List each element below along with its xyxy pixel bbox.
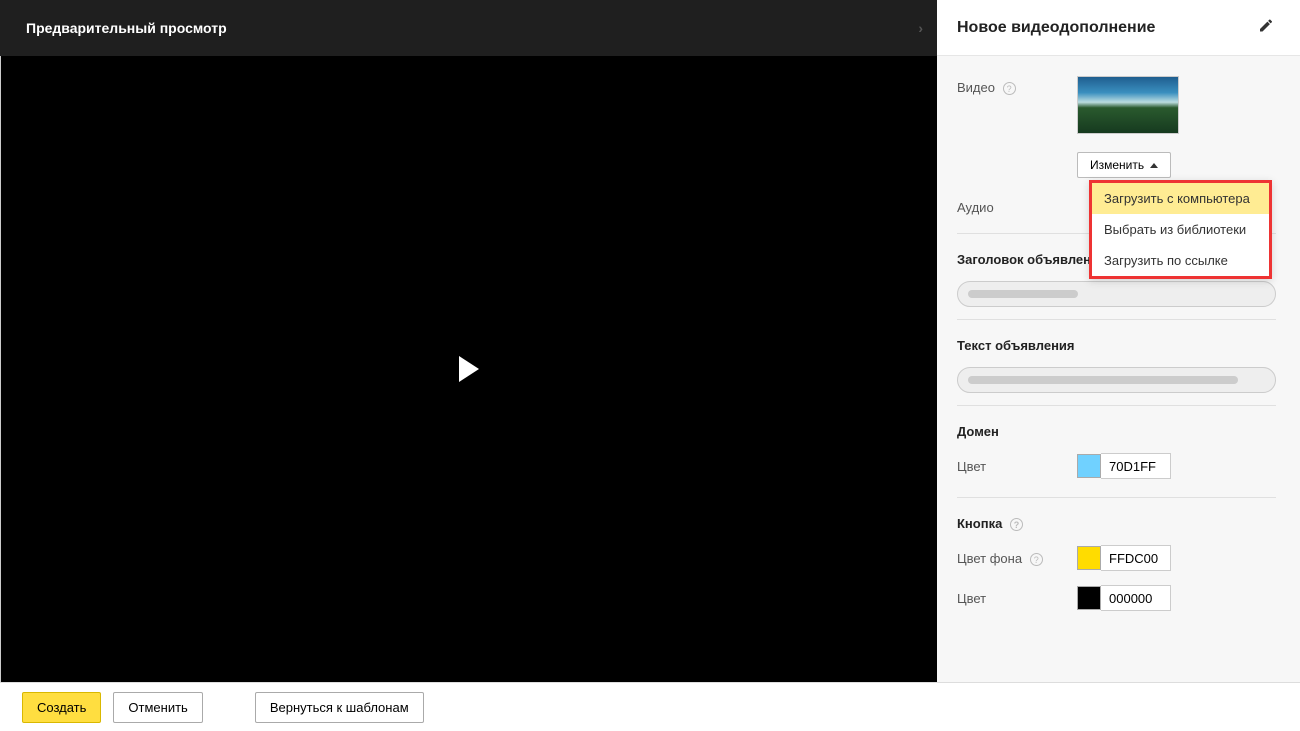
button-bg-swatch[interactable] xyxy=(1077,546,1101,570)
domain-color-swatch[interactable] xyxy=(1077,454,1101,478)
button-text-row: Цвет xyxy=(957,585,1276,611)
dropdown-choose-library[interactable]: Выбрать из библиотеки xyxy=(1092,214,1269,245)
button-section: Кнопка ? xyxy=(957,516,1276,531)
chevron-right-icon[interactable]: › xyxy=(918,20,923,36)
panel-title: Новое видеодополнение xyxy=(957,19,1155,37)
preview-title: Предварительный просмотр xyxy=(26,20,227,36)
change-dropdown: Загрузить с компьютера Выбрать из библио… xyxy=(1089,180,1272,279)
ad-text-section: Текст объявления xyxy=(957,338,1276,353)
cancel-button[interactable]: Отменить xyxy=(113,692,202,723)
side-panel: ✕ Новое видеодополнение Видео ? Изменить xyxy=(937,0,1300,682)
bottom-bar: Создать Отменить Вернуться к шаблонам xyxy=(0,683,1300,731)
play-icon[interactable] xyxy=(459,356,479,382)
domain-color-label: Цвет xyxy=(957,459,1077,474)
help-icon[interactable]: ? xyxy=(1003,82,1016,95)
button-text-swatch[interactable] xyxy=(1077,586,1101,610)
button-bg-row: Цвет фона ? xyxy=(957,545,1276,571)
video-row: Видео ? Изменить xyxy=(957,76,1276,178)
preview-header: Предварительный просмотр › xyxy=(0,0,937,56)
back-to-templates-button[interactable]: Вернуться к шаблонам xyxy=(255,692,424,723)
help-icon[interactable]: ? xyxy=(1030,553,1043,566)
video-thumbnail[interactable] xyxy=(1077,76,1179,134)
video-label: Видео ? xyxy=(957,76,1077,95)
panel-scroll[interactable]: Видео ? Изменить Аудио Заголово xyxy=(937,56,1300,682)
pencil-icon[interactable] xyxy=(1258,17,1274,38)
create-button[interactable]: Создать xyxy=(22,692,101,723)
button-text-input[interactable] xyxy=(1101,585,1171,611)
side-header: Новое видеодополнение xyxy=(937,0,1300,56)
ad-title-input[interactable] xyxy=(957,281,1276,307)
help-icon[interactable]: ? xyxy=(1010,518,1023,531)
preview-pane: Предварительный просмотр › xyxy=(0,0,937,682)
domain-color-input[interactable] xyxy=(1101,453,1171,479)
video-preview-area[interactable] xyxy=(0,56,937,682)
domain-section: Домен xyxy=(957,424,1276,439)
button-text-label: Цвет xyxy=(957,591,1077,606)
ad-text-input[interactable] xyxy=(957,367,1276,393)
change-video-button[interactable]: Изменить xyxy=(1077,152,1171,178)
audio-label: Аудио xyxy=(957,196,1077,215)
button-bg-input[interactable] xyxy=(1101,545,1171,571)
dropdown-upload-computer[interactable]: Загрузить с компьютера xyxy=(1092,183,1269,214)
dropdown-upload-link[interactable]: Загрузить по ссылке xyxy=(1092,245,1269,276)
chevron-up-icon xyxy=(1150,163,1158,168)
domain-color-row: Цвет xyxy=(957,453,1276,479)
button-bg-label: Цвет фона ? xyxy=(957,551,1077,566)
